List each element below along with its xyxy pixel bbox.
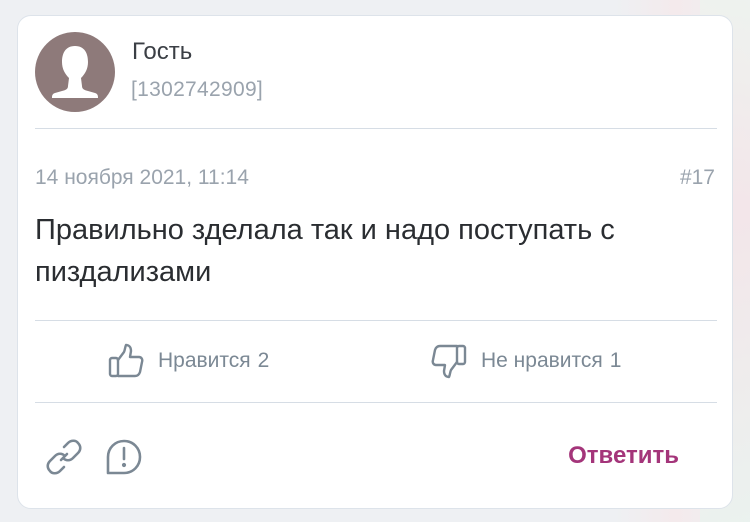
divider <box>35 128 717 129</box>
like-count: 2 <box>257 349 270 372</box>
dislike-label: Не нравится <box>481 349 603 372</box>
comment-number[interactable]: #17 <box>680 166 715 190</box>
like-button[interactable]: Нравится 2 <box>107 341 269 381</box>
author-name[interactable]: Гость <box>132 38 192 66</box>
comment-card: Гость [1302742909] 14 ноября 2021, 11:14… <box>17 15 733 509</box>
comment-date: 14 ноября 2021, 11:14 <box>35 166 249 189</box>
share-link-button[interactable] <box>45 438 83 476</box>
thumbs-down-icon <box>431 344 467 379</box>
avatar-icon <box>52 46 98 98</box>
dislike-count: 1 <box>609 349 622 372</box>
dislike-button[interactable]: Не нравится 1 <box>430 341 621 381</box>
report-button[interactable] <box>105 438 143 476</box>
divider <box>35 402 717 403</box>
like-label: Нравится <box>158 349 251 372</box>
divider <box>35 320 717 321</box>
thumbs-up-icon <box>108 343 144 378</box>
link-icon <box>46 439 82 475</box>
author-id: [1302742909] <box>131 78 264 101</box>
reply-button[interactable]: Ответить <box>568 442 679 470</box>
comment-text: Правильно зделала так и надо поступать с… <box>35 214 615 288</box>
report-icon <box>106 439 142 475</box>
avatar[interactable] <box>35 32 115 112</box>
